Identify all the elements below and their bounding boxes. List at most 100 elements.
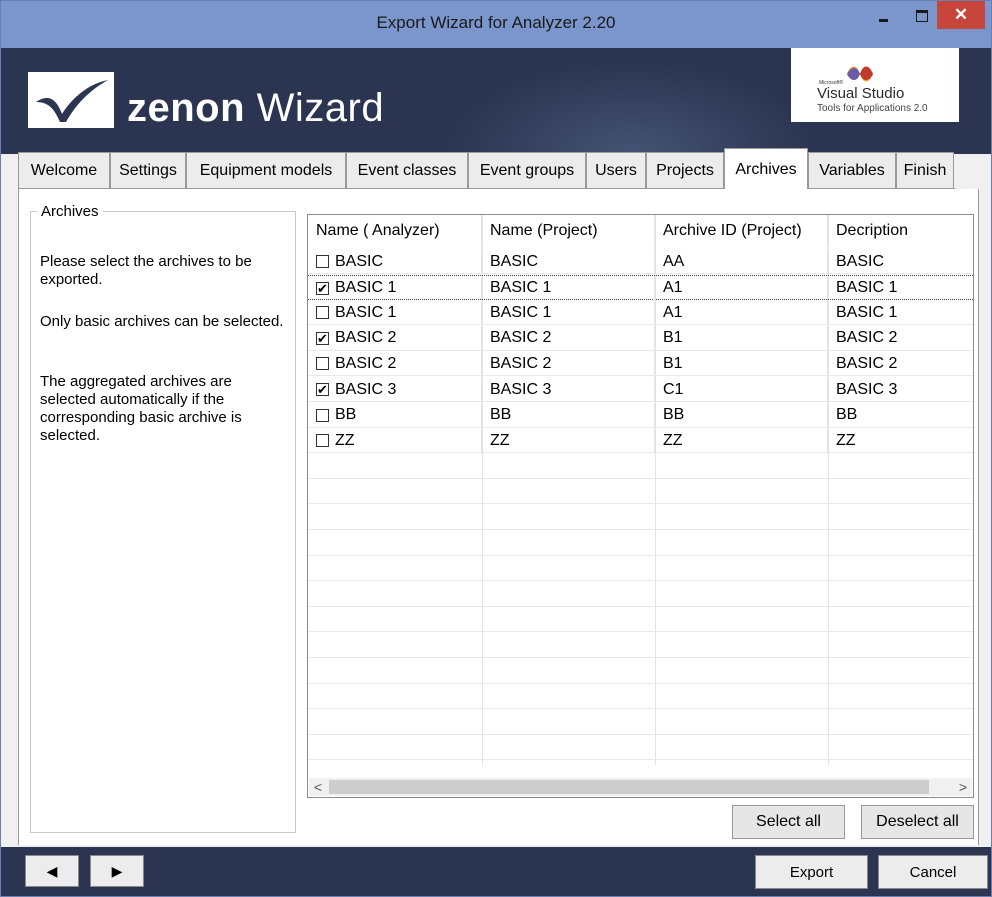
column-header-description[interactable]: Decription: [828, 215, 973, 247]
cell-archive-id[interactable]: A1: [655, 300, 828, 326]
window-title: Export Wizard for Analyzer 2.20: [376, 13, 616, 32]
row-checkbox[interactable]: [316, 306, 329, 320]
close-button[interactable]: ✕: [937, 1, 985, 29]
table-row[interactable]: ZZ ZZ ZZ ZZ: [308, 428, 973, 454]
horizontal-scrollbar[interactable]: < >: [309, 778, 972, 796]
cell-description[interactable]: BB: [828, 403, 973, 428]
table-row[interactable]: ✔ BASIC 3 BASIC 3 C1 BASIC 3: [308, 377, 973, 402]
zenon-logo: [28, 72, 114, 128]
export-button[interactable]: Export: [755, 855, 868, 889]
tab-equipment-models[interactable]: Equipment models: [186, 152, 346, 188]
cell-name-analyzer[interactable]: ✔ BASIC 3: [308, 377, 482, 402]
table-row: [308, 684, 973, 710]
tab-variables[interactable]: Variables: [808, 152, 896, 188]
cell-archive-id[interactable]: C1: [655, 377, 828, 402]
cell-name-analyzer[interactable]: ✔ BASIC 2: [308, 325, 482, 351]
row-checkbox[interactable]: [316, 357, 329, 371]
back-arrow-icon: ◀: [46, 862, 58, 879]
table-row: [308, 735, 973, 761]
cell-description[interactable]: BASIC 2: [828, 326, 973, 351]
row-checkbox[interactable]: ✔: [316, 331, 329, 345]
cancel-button[interactable]: Cancel: [878, 855, 988, 889]
row-checkbox[interactable]: ✔: [316, 281, 329, 295]
cell-archive-id[interactable]: BB: [655, 402, 828, 428]
cell-text: BASIC 2: [335, 329, 397, 347]
table-row[interactable]: ✔ BASIC 1 BASIC 1 A1 BASIC 1: [308, 274, 973, 301]
forward-arrow-icon: ▶: [111, 862, 123, 879]
table-row: [308, 454, 973, 479]
tab-settings[interactable]: Settings: [110, 152, 186, 188]
cell-project[interactable]: ZZ: [482, 428, 655, 454]
cell-project[interactable]: BASIC 3: [482, 377, 655, 402]
cell-archive-id[interactable]: B1: [655, 351, 828, 377]
bottom-navigation-bar: ◀ ▶ Export Cancel: [1, 847, 991, 896]
row-checkbox[interactable]: ✔: [316, 383, 329, 396]
row-checkbox[interactable]: [316, 434, 329, 448]
scroll-left-icon[interactable]: <: [309, 778, 327, 796]
maximize-icon: [916, 10, 928, 22]
cell-archive-id[interactable]: AA: [655, 249, 828, 274]
forward-button[interactable]: ▶: [90, 855, 144, 887]
grid-rows: BASIC BASIC AA BASIC ✔ BASIC 1 BASIC 1 A1 BASIC …: [308, 249, 973, 786]
cell-description[interactable]: BASIC 1: [828, 300, 973, 325]
tab-finish[interactable]: Finish: [896, 152, 954, 188]
tab-archives[interactable]: Archives: [724, 148, 808, 190]
column-header-name-project[interactable]: Name (Project): [482, 215, 655, 247]
tab-event-classes[interactable]: Event classes: [346, 152, 468, 188]
table-row: [308, 531, 973, 556]
tab-projects[interactable]: Projects: [646, 152, 724, 188]
minimize-button[interactable]: [861, 1, 906, 31]
cell-archive-id[interactable]: A1: [655, 275, 828, 301]
table-row: [308, 659, 973, 684]
wizard-banner: zenon Wizard Microsoft® Visual Studio To…: [1, 48, 991, 154]
info-text-select: Please select the archives to be exporte…: [40, 253, 252, 288]
cell-description[interactable]: BASIC: [828, 249, 973, 274]
table-row: [308, 505, 973, 530]
row-checkbox[interactable]: [316, 255, 329, 268]
cell-project[interactable]: BASIC 2: [482, 325, 655, 351]
brand-title: zenon Wizard: [127, 86, 384, 131]
maximize-button[interactable]: [907, 1, 937, 31]
cell-project[interactable]: BASIC 1: [482, 275, 655, 301]
column-header-name-analyzer[interactable]: Name ( Analyzer): [308, 215, 482, 247]
select-all-button[interactable]: Select all: [732, 805, 845, 839]
close-icon: ✕: [953, 5, 969, 24]
back-button[interactable]: ◀: [25, 855, 79, 887]
table-row: [308, 633, 973, 658]
table-row[interactable]: BB BB BB BB: [308, 402, 973, 428]
cell-name-analyzer[interactable]: BASIC: [308, 249, 482, 274]
column-header-archive-id[interactable]: Archive ID (Project): [655, 215, 828, 247]
tab-event-groups[interactable]: Event groups: [468, 152, 586, 188]
cell-description[interactable]: ZZ: [828, 428, 973, 453]
row-checkbox[interactable]: [316, 408, 329, 422]
cell-archive-id[interactable]: ZZ: [655, 428, 828, 454]
scroll-right-icon[interactable]: >: [954, 778, 972, 796]
table-row[interactable]: BASIC 2 BASIC 2 B1 BASIC 2: [308, 351, 973, 377]
cell-name-analyzer[interactable]: ✔ BASIC 1: [308, 275, 482, 301]
cell-project[interactable]: BB: [482, 402, 655, 428]
cell-archive-id[interactable]: B1: [655, 325, 828, 351]
vs-subtitle: Tools for Applications 2.0: [817, 103, 928, 114]
vs-name: Visual Studio: [817, 85, 905, 102]
scroll-thumb[interactable]: [329, 780, 929, 794]
cell-name-analyzer[interactable]: ZZ: [308, 428, 482, 454]
table-row[interactable]: ✔ BASIC 2 BASIC 2 B1 BASIC 2: [308, 325, 973, 351]
cell-description[interactable]: BASIC 1: [828, 276, 973, 301]
tab-welcome[interactable]: Welcome: [18, 152, 110, 188]
deselect-all-button[interactable]: Deselect all: [861, 805, 974, 839]
groupbox-title: Archives: [37, 203, 103, 220]
cell-name-analyzer[interactable]: BASIC 1: [308, 300, 482, 326]
cell-name-analyzer[interactable]: BB: [308, 402, 482, 428]
cell-project[interactable]: BASIC: [482, 249, 655, 274]
archives-groupbox: [30, 211, 296, 833]
cell-description[interactable]: BASIC 2: [828, 351, 973, 376]
table-row[interactable]: BASIC BASIC AA BASIC: [308, 249, 973, 274]
tab-users[interactable]: Users: [586, 152, 646, 188]
cell-name-analyzer[interactable]: BASIC 2: [308, 351, 482, 377]
cell-description[interactable]: BASIC 3: [828, 377, 973, 402]
table-row[interactable]: BASIC 1 BASIC 1 A1 BASIC 1: [308, 300, 973, 326]
archives-grid[interactable]: Name ( Analyzer) Name (Project) Archive …: [307, 214, 974, 798]
cell-text: ZZ: [335, 431, 355, 449]
cell-project[interactable]: BASIC 2: [482, 351, 655, 377]
cell-project[interactable]: BASIC 1: [482, 300, 655, 326]
